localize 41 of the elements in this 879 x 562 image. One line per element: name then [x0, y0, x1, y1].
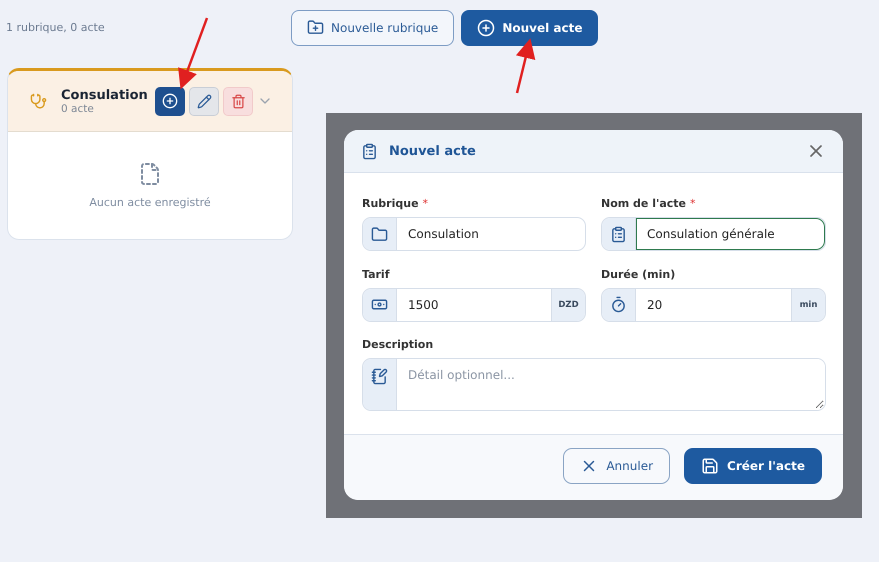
save-icon [701, 456, 720, 474]
dialog-title: Nouvel acte [389, 144, 477, 158]
input-field[interactable]: 1500 DZD [362, 288, 586, 322]
empty-message: Aucun acte enregistré [89, 196, 211, 209]
clipboard-icon [361, 142, 378, 160]
folder-plus-icon [307, 19, 324, 36]
add-button[interactable] [155, 86, 185, 116]
summary-text: 1 rubrique, 0 acte [6, 21, 106, 34]
field-label: Tarif [362, 268, 390, 281]
field-label: Rubrique [362, 197, 419, 210]
stethoscope-icon [30, 92, 47, 110]
plus-circle-icon [162, 93, 178, 109]
plus-circle-icon [477, 18, 496, 36]
section-title: Consulation [61, 88, 149, 102]
edit-button[interactable] [189, 86, 219, 116]
clipboard-icon [610, 226, 627, 242]
input-field[interactable]: Consulation générale [601, 217, 826, 251]
section-count: 0 acte [61, 102, 95, 114]
field-label: Description [362, 338, 434, 352]
trash-icon [230, 94, 246, 108]
field-label: Durée (min) [601, 268, 676, 281]
folder-icon [371, 226, 388, 242]
input-field[interactable]: Consulation [362, 217, 586, 251]
annotation-arrow [178, 18, 208, 90]
required-mark: * [690, 197, 696, 210]
pencil-icon [196, 94, 212, 108]
new-act-button[interactable]: Nouvel acte [461, 10, 598, 46]
cancel-button[interactable]: Annuler [563, 448, 670, 484]
field-label: Nom de l'acte [601, 197, 686, 210]
new-section-button[interactable]: Nouvelle rubrique [291, 10, 454, 46]
unit-label: min [791, 288, 825, 321]
empty-file-icon [138, 162, 162, 186]
description-field[interactable]: Détail optionnel... [362, 358, 826, 412]
input-field[interactable]: 20 min [601, 288, 826, 322]
note-icon [371, 368, 388, 386]
create-button[interactable]: Créer l'acte [684, 448, 822, 484]
required-mark: * [422, 197, 428, 210]
annotation-arrow [516, 38, 536, 94]
delete-button[interactable] [223, 86, 253, 116]
stopwatch-icon [610, 296, 627, 314]
unit-label: DZD [551, 288, 585, 321]
